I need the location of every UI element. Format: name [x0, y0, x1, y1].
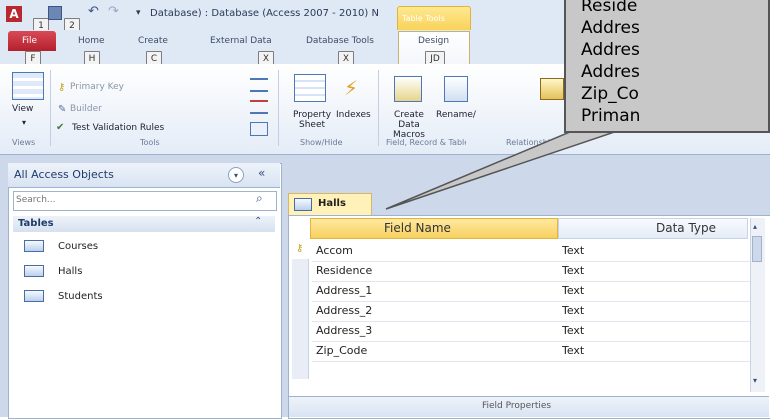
- callout-line: Addres: [581, 62, 640, 82]
- callout-line: Addres: [581, 40, 640, 60]
- callout-line: Zip_Co: [581, 84, 639, 104]
- callout-line: Reside: [581, 0, 638, 16]
- callout-line: Addres: [581, 18, 640, 38]
- callout-line: Priman: [581, 106, 641, 126]
